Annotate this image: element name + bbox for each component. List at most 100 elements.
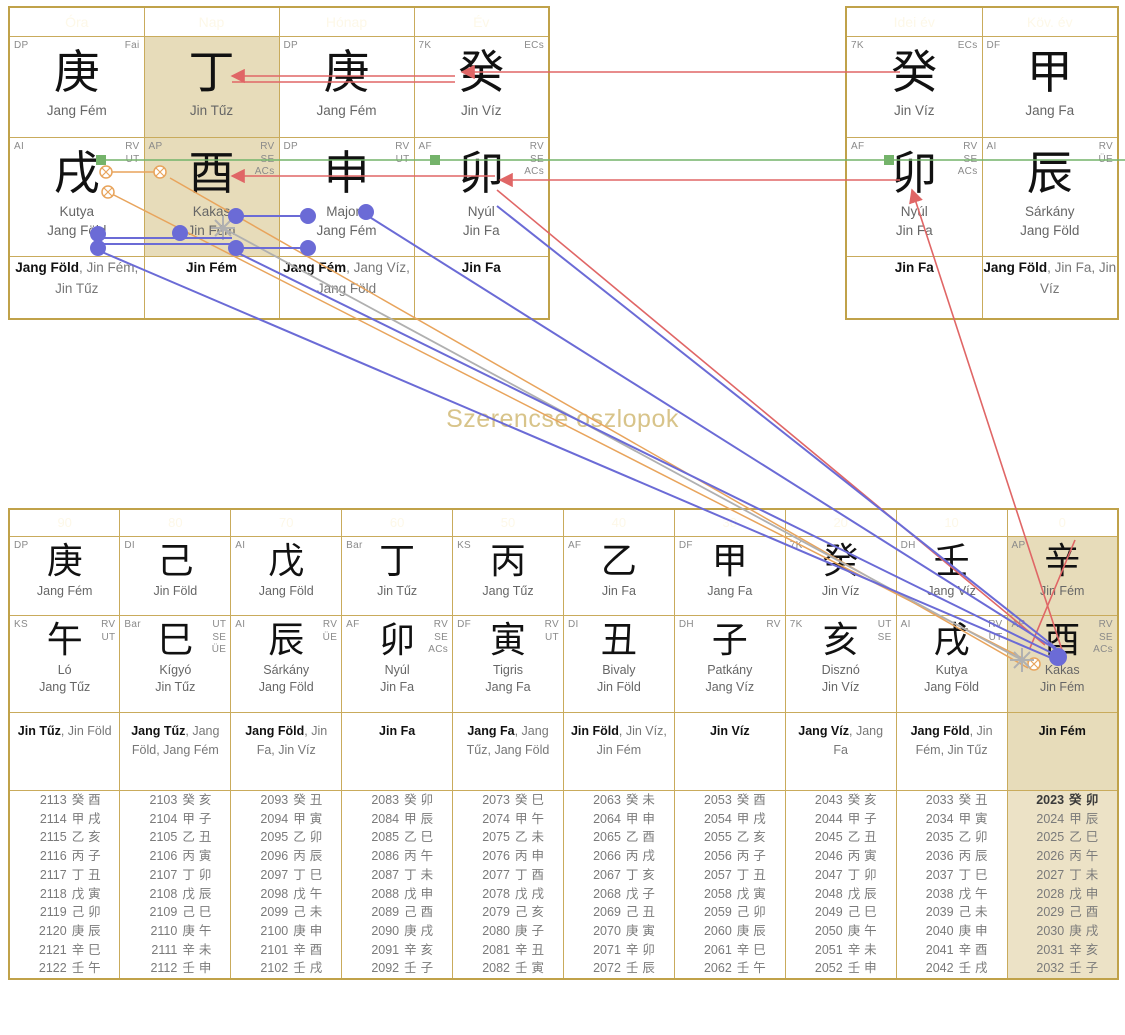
luck-years-cell[interactable]: 2093 癸 丑 2094 甲 寅 2095 乙 卯 2096 丙 辰 2097 丁 巳 2098 戊… bbox=[230, 790, 343, 980]
luck-years-cell[interactable]: 2043 癸 亥 2044 甲 子 2045 乙 丑 2046 丙 寅 2047 丁 卯 2048 戊… bbox=[784, 790, 897, 980]
year-row[interactable]: 2071 辛 卯 bbox=[564, 941, 674, 960]
year-row[interactable]: 2032 壬 子 bbox=[1008, 959, 1117, 978]
luck-branch-cell[interactable]: AI RV UT 戌 Kutya Jang Föld bbox=[895, 615, 1008, 713]
year-row[interactable]: 2040 庚 申 bbox=[897, 922, 1007, 941]
natal-stem-cell[interactable]: 丁 Jin Tűz bbox=[143, 36, 280, 138]
year-row[interactable]: 2107 丁 卯 bbox=[120, 866, 230, 885]
year-row[interactable]: 2036 丙 辰 bbox=[897, 847, 1007, 866]
luck-stem-cell[interactable]: Bar 丁 Jin Tűz bbox=[341, 536, 454, 616]
year-row[interactable]: 2051 辛 未 bbox=[786, 941, 896, 960]
year-row[interactable]: 2109 己 巳 bbox=[120, 903, 230, 922]
luck-branch-cell[interactable]: DF RV UT 寅 Tigris Jang Fa bbox=[452, 615, 564, 713]
luck-stem-cell[interactable]: KS 丙 Jang Tűz bbox=[452, 536, 564, 616]
year-row[interactable]: 2110 庚 午 bbox=[120, 922, 230, 941]
year-row[interactable]: 2098 戊 午 bbox=[231, 885, 341, 904]
year-row[interactable]: 2025 乙 巳 bbox=[1008, 828, 1117, 847]
year-row[interactable]: 2118 戊 寅 bbox=[10, 885, 119, 904]
year-row[interactable]: 2069 己 丑 bbox=[564, 903, 674, 922]
year-row[interactable]: 2039 己 未 bbox=[897, 903, 1007, 922]
year-row[interactable]: 2121 辛 巳 bbox=[10, 941, 119, 960]
year-row[interactable]: 2073 癸 巳 bbox=[453, 791, 563, 810]
year-row[interactable]: 2047 丁 卯 bbox=[786, 866, 896, 885]
year-row[interactable]: 2062 壬 午 bbox=[675, 959, 785, 978]
year-row[interactable]: 2114 甲 戌 bbox=[10, 810, 119, 829]
year-row[interactable]: 2087 丁 未 bbox=[342, 866, 452, 885]
year-row[interactable]: 2115 乙 亥 bbox=[10, 828, 119, 847]
year-row[interactable]: 2052 壬 申 bbox=[786, 959, 896, 978]
year-row[interactable]: 2027 丁 未 bbox=[1008, 866, 1117, 885]
year-row[interactable]: 2102 壬 戌 bbox=[231, 959, 341, 978]
natal-stem-cell[interactable]: DP Fai 庚 Jang Fém bbox=[8, 36, 145, 138]
year-row[interactable]: 2119 己 卯 bbox=[10, 903, 119, 922]
year-row[interactable]: 2074 甲 午 bbox=[453, 810, 563, 829]
year-row[interactable]: 2086 丙 午 bbox=[342, 847, 452, 866]
natal-branch-cell[interactable]: AP RV SE ACs 酉 Kakas Jin Fém bbox=[143, 137, 280, 257]
year-row[interactable]: 2111 辛 未 bbox=[120, 941, 230, 960]
natal-stem-cell[interactable]: DP 庚 Jang Fém bbox=[278, 36, 415, 138]
year-row[interactable]: 2045 乙 丑 bbox=[786, 828, 896, 847]
year-row[interactable]: 2038 戊 午 bbox=[897, 885, 1007, 904]
year-row[interactable]: 2035 乙 卯 bbox=[897, 828, 1007, 847]
luck-branch-cell[interactable]: KS RV UT 午 Ló Jang Tűz bbox=[8, 615, 121, 713]
year-row[interactable]: 2092 壬 子 bbox=[342, 959, 452, 978]
year-row[interactable]: 2090 庚 戌 bbox=[342, 922, 452, 941]
year-row[interactable]: 2066 丙 戌 bbox=[564, 847, 674, 866]
luck-stem-cell[interactable]: DF 甲 Jang Fa bbox=[673, 536, 786, 616]
year-row[interactable]: 2064 甲 申 bbox=[564, 810, 674, 829]
luck-branch-cell[interactable]: DI 丑 Bivaly Jin Föld bbox=[562, 615, 675, 713]
year-row[interactable]: 2059 己 卯 bbox=[675, 903, 785, 922]
year-row[interactable]: 2046 丙 寅 bbox=[786, 847, 896, 866]
annual-stem-cell[interactable]: DF 甲 Jang Fa bbox=[981, 36, 1119, 138]
year-row[interactable]: 2056 丙 子 bbox=[675, 847, 785, 866]
year-row[interactable]: 2099 己 未 bbox=[231, 903, 341, 922]
annual-branch-cell[interactable]: AF RV SE ACs 卯 Nyúl Jin Fa bbox=[845, 137, 983, 257]
year-row[interactable]: 2023 癸 卯 bbox=[1008, 791, 1117, 810]
year-row[interactable]: 2024 甲 辰 bbox=[1008, 810, 1117, 829]
year-row[interactable]: 2067 丁 亥 bbox=[564, 866, 674, 885]
year-row[interactable]: 2033 癸 丑 bbox=[897, 791, 1007, 810]
year-row[interactable]: 2120 庚 辰 bbox=[10, 922, 119, 941]
natal-stem-cell[interactable]: 7K ECs 癸 Jin Víz bbox=[413, 36, 550, 138]
year-row[interactable]: 2081 辛 丑 bbox=[453, 941, 563, 960]
natal-branch-cell[interactable]: AF RV SE ACs 卯 Nyúl Jin Fa bbox=[413, 137, 550, 257]
year-row[interactable]: 2085 乙 巳 bbox=[342, 828, 452, 847]
year-row[interactable]: 2026 丙 午 bbox=[1008, 847, 1117, 866]
year-row[interactable]: 2108 戊 辰 bbox=[120, 885, 230, 904]
luck-branch-cell[interactable]: AI RV ÜE 辰 Sárkány Jang Föld bbox=[230, 615, 343, 713]
year-row[interactable]: 2122 壬 午 bbox=[10, 959, 119, 978]
year-row[interactable]: 2060 庚 辰 bbox=[675, 922, 785, 941]
year-row[interactable]: 2041 辛 酉 bbox=[897, 941, 1007, 960]
luck-branch-cell[interactable]: DH RV 子 Patkány Jang Víz bbox=[673, 615, 786, 713]
luck-years-cell[interactable]: 2033 癸 丑 2034 甲 寅 2035 乙 卯 2036 丙 辰 2037 丁 巳 2038 戊… bbox=[895, 790, 1008, 980]
year-row[interactable]: 2076 丙 申 bbox=[453, 847, 563, 866]
natal-branch-cell[interactable]: AI RV UT 戌 Kutya Jang Föld bbox=[8, 137, 145, 257]
year-row[interactable]: 2072 壬 辰 bbox=[564, 959, 674, 978]
year-row[interactable]: 2082 壬 寅 bbox=[453, 959, 563, 978]
luck-years-cell[interactable]: 2053 癸 酉 2054 甲 戌 2055 乙 亥 2056 丙 子 2057 丁 丑 2058 戊… bbox=[673, 790, 786, 980]
luck-branch-cell[interactable]: AP RV SE ACs 酉 Kakas Jin Fém bbox=[1006, 615, 1119, 713]
year-row[interactable]: 2079 己 亥 bbox=[453, 903, 563, 922]
year-row[interactable]: 2058 戊 寅 bbox=[675, 885, 785, 904]
luck-branch-cell[interactable]: AF RV SE ACs 卯 Nyúl Jin Fa bbox=[341, 615, 454, 713]
year-row[interactable]: 2113 癸 酉 bbox=[10, 791, 119, 810]
year-row[interactable]: 2083 癸 卯 bbox=[342, 791, 452, 810]
year-row[interactable]: 2117 丁 丑 bbox=[10, 866, 119, 885]
luck-branch-cell[interactable]: 7K UT SE 亥 Disznó Jin Víz bbox=[784, 615, 897, 713]
year-row[interactable]: 2077 丁 酉 bbox=[453, 866, 563, 885]
luck-branch-cell[interactable]: Bar UT SE ÜE 巳 Kígyó Jin Tűz bbox=[119, 615, 232, 713]
luck-stem-cell[interactable]: DP 庚 Jang Fém bbox=[8, 536, 121, 616]
year-row[interactable]: 2105 乙 丑 bbox=[120, 828, 230, 847]
year-row[interactable]: 2088 戊 申 bbox=[342, 885, 452, 904]
year-row[interactable]: 2028 戊 申 bbox=[1008, 885, 1117, 904]
year-row[interactable]: 2031 辛 亥 bbox=[1008, 941, 1117, 960]
year-row[interactable]: 2094 甲 寅 bbox=[231, 810, 341, 829]
luck-years-cell[interactable]: 2113 癸 酉 2114 甲 戌 2115 乙 亥 2116 丙 子 2117 丁 丑 2118 戊… bbox=[8, 790, 121, 980]
year-row[interactable]: 2050 庚 午 bbox=[786, 922, 896, 941]
year-row[interactable]: 2112 壬 申 bbox=[120, 959, 230, 978]
year-row[interactable]: 2075 乙 未 bbox=[453, 828, 563, 847]
year-row[interactable]: 2068 戊 子 bbox=[564, 885, 674, 904]
year-row[interactable]: 2055 乙 亥 bbox=[675, 828, 785, 847]
luck-stem-cell[interactable]: AP 辛 Jin Fém bbox=[1006, 536, 1119, 616]
annual-stem-cell[interactable]: 7K ECs 癸 Jin Víz bbox=[845, 36, 983, 138]
year-row[interactable]: 2078 戊 戌 bbox=[453, 885, 563, 904]
